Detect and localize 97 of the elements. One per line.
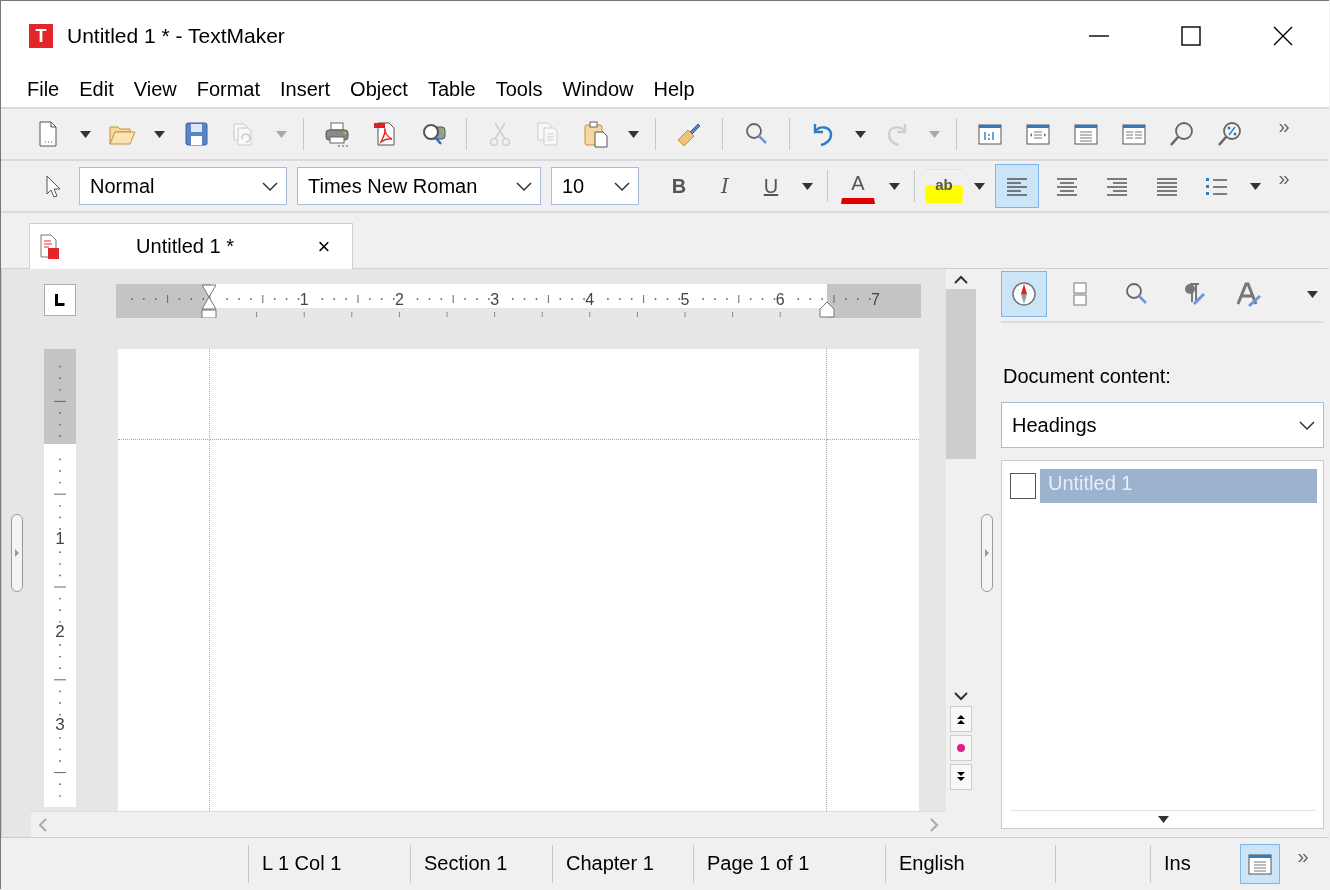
maximize-icon [1180, 25, 1202, 47]
scroll-right-icon [928, 816, 940, 833]
menu-item[interactable]: Window [552, 73, 644, 105]
ruler-number: 5 [680, 291, 690, 308]
scroll-down-icon [953, 690, 969, 702]
indent-marker [819, 301, 835, 318]
dot-icon [956, 743, 966, 753]
previous-page-button[interactable] [950, 706, 972, 732]
caret-icon [801, 182, 813, 190]
page-view-button[interactable] [1240, 843, 1280, 884]
menu-item[interactable]: Tools [485, 73, 553, 105]
style-dropdown[interactable]: Normal [79, 167, 287, 205]
scroll-up-icon [953, 274, 969, 286]
collapse-handle[interactable] [981, 514, 993, 592]
font-size-dropdown[interactable]: 10 [551, 167, 639, 205]
caret-icon [973, 182, 985, 190]
caret-icon [627, 130, 639, 138]
handle-arrow-icon [14, 549, 19, 557]
caret-icon [1158, 815, 1169, 823]
more-button[interactable]: » [1271, 114, 1297, 154]
caret-icon [854, 130, 866, 138]
caret-icon [275, 130, 287, 138]
caret-icon [1249, 182, 1261, 190]
menu-item[interactable]: Table [417, 73, 486, 105]
menu-item[interactable]: Format [186, 73, 271, 105]
ruler-number: 6 [775, 291, 785, 308]
caret-icon [79, 130, 91, 138]
more-button[interactable]: » [1290, 843, 1316, 884]
menu-item[interactable]: View [123, 73, 187, 105]
next-page-button[interactable] [950, 764, 972, 790]
browse-object-button[interactable] [950, 735, 972, 761]
ruler-number: 2 [55, 622, 65, 641]
scroll-down-button[interactable] [952, 689, 970, 703]
zoom-percent-icon [1216, 120, 1244, 148]
underline-button[interactable]: U [751, 166, 791, 206]
zoom-icon [1168, 120, 1196, 148]
menu-item[interactable]: Object [340, 73, 418, 105]
content-dropdown[interactable]: Headings [1001, 402, 1324, 448]
compass-icon [1010, 280, 1038, 308]
collapse-handle[interactable] [10, 514, 23, 592]
vertical-ruler[interactable]: 1 2 3 [44, 349, 76, 807]
save-icon [182, 120, 210, 148]
ruler-number: 4 [585, 291, 595, 308]
menu-item[interactable]: File [17, 73, 70, 105]
more-button[interactable]: » [1271, 166, 1297, 206]
horizontal-ruler[interactable]: 1 2 3 4 5 6 7 [116, 284, 921, 318]
double-down-arrow-icon [955, 771, 967, 783]
document-icon [38, 232, 60, 261]
ruler-number: 3 [490, 291, 500, 308]
horizontal-scrollbar[interactable] [31, 811, 946, 837]
close-tab-button[interactable]: × [310, 232, 338, 261]
ruler-number: 7 [870, 291, 880, 308]
caret-icon [888, 182, 900, 190]
chevron-down-icon [262, 180, 278, 192]
italic-button[interactable]: I [705, 166, 745, 206]
tab-stop-button[interactable] [44, 284, 76, 316]
highlight-button[interactable]: ab [925, 169, 963, 203]
letter-brush-icon [1234, 280, 1262, 308]
minimize-icon [1089, 35, 1109, 37]
ruler-number: 3 [55, 715, 65, 734]
printer-icon [323, 120, 351, 148]
sidebar-tool-button[interactable] [1001, 271, 1047, 317]
section-label: Document content: [1003, 365, 1172, 388]
status-text: Page 1 of 1 [707, 852, 810, 875]
menu-item[interactable]: Edit [69, 73, 124, 105]
handle-arrow-icon [985, 549, 989, 557]
indent-marker [201, 284, 217, 318]
caret-icon [153, 130, 165, 138]
tab-stop-icon [55, 294, 65, 306]
scroll-left-icon [37, 816, 49, 833]
double-up-arrow-icon [955, 713, 967, 725]
document-tab[interactable]: Untitled 1 * × [29, 223, 353, 269]
chevron-down-icon [516, 180, 532, 192]
chevron-down-icon [614, 180, 630, 192]
status-text: English [899, 852, 965, 875]
font-dropdown[interactable]: Times New Roman [297, 167, 541, 205]
clipboard-icon [582, 120, 610, 148]
insert-mode-text: Ins [1164, 852, 1191, 875]
ruler-number: 1 [299, 291, 309, 308]
bold-button[interactable]: B [659, 166, 699, 206]
ruler-number: 2 [394, 291, 404, 308]
checkbox[interactable] [1010, 473, 1036, 499]
font-color-button[interactable]: A [841, 168, 875, 204]
menu-item[interactable]: Insert [270, 73, 341, 105]
app-logo: T [29, 24, 53, 48]
chevron-down-icon [1299, 419, 1315, 431]
caret-icon [928, 130, 940, 138]
status-text: Chapter 1 [566, 852, 654, 875]
ruler-number: 1 [55, 529, 65, 548]
menu-item[interactable]: Help [643, 73, 705, 105]
window-title: Untitled 1 * - TextMaker [67, 24, 286, 48]
status-text: Section 1 [424, 852, 508, 875]
align-left-button[interactable] [995, 164, 1039, 208]
caret-icon [1306, 290, 1318, 298]
scrollbar-thumb[interactable] [946, 289, 976, 459]
status-text: L 1 Col 1 [262, 852, 342, 875]
close-icon [1272, 25, 1294, 47]
